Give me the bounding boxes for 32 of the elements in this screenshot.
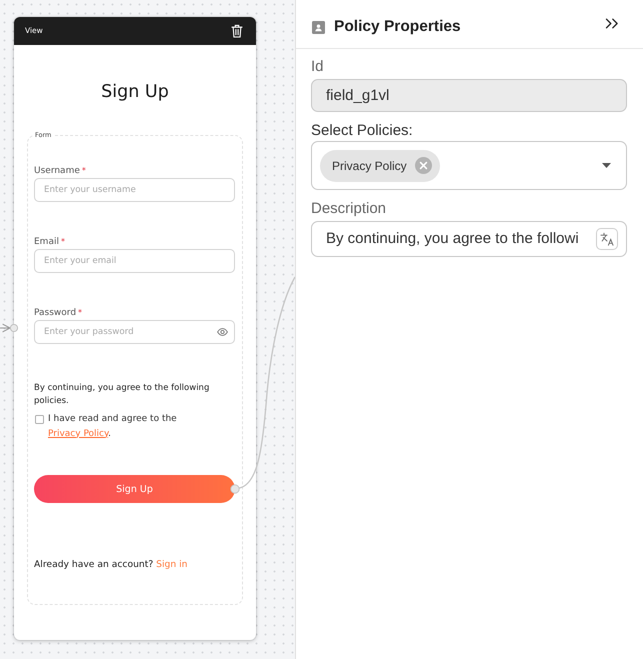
input-field[interactable]: Enter your username bbox=[34, 178, 235, 202]
field-label: Description bbox=[311, 201, 388, 217]
chip-label: Privacy Policy bbox=[332, 158, 407, 172]
person-icon bbox=[312, 20, 325, 34]
signin-link[interactable]: Sign in bbox=[156, 559, 188, 570]
page-title: Sign Up bbox=[100, 81, 170, 103]
caret-icon[interactable] bbox=[602, 163, 611, 168]
signup-button[interactable]: Sign Up bbox=[34, 475, 235, 503]
field-label: Password bbox=[34, 308, 76, 318]
password-field[interactable]: Enter your password bbox=[34, 320, 235, 344]
policy-select[interactable]: Privacy Policy bbox=[311, 141, 627, 190]
privacy-policy-link[interactable]: Privacy Policy bbox=[48, 428, 108, 438]
input-field[interactable]: Enter your email bbox=[34, 249, 235, 273]
required-asterisk: * bbox=[82, 166, 86, 174]
consent-text: By continuing, you agree to the following policies. bbox=[34, 382, 210, 408]
field-label: Id bbox=[311, 59, 325, 75]
signin-prompt: Already have an account? Sign in bbox=[34, 559, 188, 571]
connection-port-icon[interactable] bbox=[230, 484, 240, 494]
text-field[interactable]: By continuing, you agree to the followi bbox=[311, 221, 627, 257]
field-label: Select Policies: bbox=[311, 123, 414, 139]
required-asterisk: * bbox=[78, 308, 82, 316]
checkbox[interactable] bbox=[35, 414, 44, 424]
field-label: Email bbox=[34, 236, 59, 248]
eye-icon[interactable] bbox=[217, 328, 228, 336]
required-asterisk: * bbox=[60, 236, 65, 246]
translate-icon[interactable] bbox=[596, 228, 618, 250]
checkbox-label: I have read and agree to the Privacy Policy. bbox=[48, 412, 178, 440]
trash-icon[interactable] bbox=[231, 24, 243, 38]
connector-arrow bbox=[0, 324, 12, 332]
field-label: Username bbox=[34, 166, 80, 176]
double-chevron-icon[interactable] bbox=[605, 18, 619, 29]
panel-title: Policy Properties bbox=[334, 18, 461, 36]
